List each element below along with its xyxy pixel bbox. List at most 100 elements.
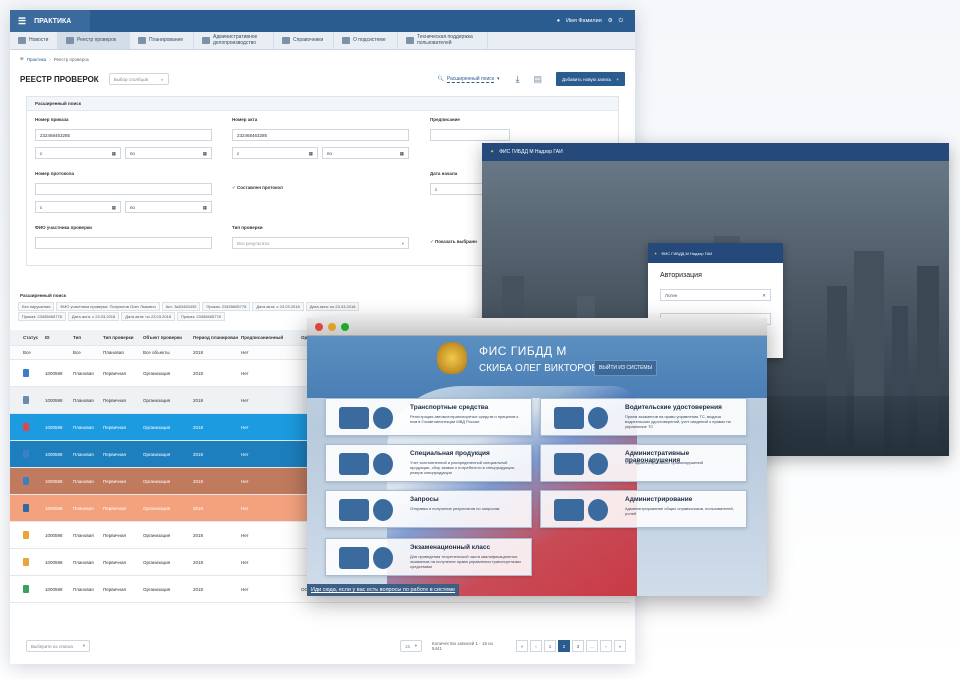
protocol-done-checkbox[interactable]: ✓ Составлен протокол [232, 185, 283, 191]
nav-tab-5[interactable]: Справочники [274, 32, 334, 49]
column-filter[interactable]: Все [70, 350, 100, 355]
advanced-search-link[interactable]: 🔍︎ Расширенный поиск ▾ [437, 76, 499, 83]
page-button[interactable]: 1 [544, 640, 556, 652]
filter-tag[interactable]: Приказ: 23455665778 [18, 312, 66, 321]
column-filter[interactable]: Нет [238, 350, 298, 355]
filter-tag[interactable]: Дата акта: с 23.03.2018 [252, 302, 304, 311]
current-user-name: СКИБА ОЛЕГ ВИКТОРОВИЧ [479, 363, 612, 374]
column-filter[interactable]: 2018 [190, 350, 238, 355]
help-link[interactable]: Иди сюда, если у вас есть вопросы по раб… [307, 584, 460, 596]
order-date-to[interactable]: по ▦ [125, 147, 212, 159]
order-number-input[interactable]: 232468463285 [35, 129, 212, 141]
column-filter[interactable]: Плановая [100, 350, 140, 355]
print-icon[interactable]: ▤ [533, 74, 542, 85]
column-header[interactable]: Тип [70, 335, 100, 340]
logout-button[interactable]: ВЫЙТИ ИЗ СИСТЕМЫ [594, 360, 658, 376]
filter-tag[interactable]: Дата акта: с 23.03.2018 [67, 312, 120, 321]
column-header[interactable]: Статус [20, 335, 42, 340]
act-date-to[interactable]: по ▦ [322, 147, 409, 159]
column-filter[interactable]: Все [20, 350, 42, 355]
nav-tab-3[interactable]: Планирование [130, 32, 194, 49]
nav-icon [342, 37, 350, 44]
module-title: Водительские удостоверения [625, 404, 722, 411]
per-page-select[interactable]: 15 ▾ [399, 640, 422, 652]
column-header[interactable]: ID [42, 335, 70, 340]
column-header[interactable]: Объект проверки [140, 335, 190, 340]
act-date-from[interactable]: с ▦ [232, 147, 318, 159]
page-button[interactable]: ‹ [530, 640, 542, 652]
page-button[interactable]: » [614, 640, 626, 652]
login-input[interactable]: Логин ✕ [660, 289, 771, 301]
composite-stage: ☰ ПРАКТИКА ● Имя Фамилия ⚙ ⏻ Новости Реес… [0, 0, 960, 679]
nav-tab-6[interactable]: О подсистеме [334, 32, 398, 49]
cell-id: 1000598 [45, 505, 63, 511]
module-title: Запросы [410, 496, 439, 503]
module-tile[interactable]: Администрирование Администрирование общих… [540, 490, 747, 528]
filter-tag[interactable]: Акт: 3a53453435 [161, 302, 201, 311]
module-tile[interactable]: Экзаменационный класс Для проведения теор… [325, 538, 532, 576]
page-button[interactable]: « [516, 640, 528, 652]
prescription-input[interactable] [430, 129, 510, 141]
column-header[interactable]: Период планирования [190, 335, 238, 340]
cell-year: 2018 [193, 397, 204, 403]
module-tile[interactable]: Транспортные средства Регистрация автомот… [325, 398, 532, 436]
page-button[interactable]: ... [586, 640, 598, 652]
page-button[interactable]: 3 [572, 640, 584, 652]
filter-tag[interactable]: Дата акта: по 23.03.2018 [305, 302, 360, 311]
main-nav: Новости Реестр проверок Планирование Админи… [10, 32, 635, 50]
show-selected-checkbox[interactable]: ✓ Показать выбранн [430, 239, 477, 245]
breadcrumb-item-practice[interactable]: Практика [27, 57, 46, 62]
column-header[interactable]: Предписанионный [238, 335, 298, 340]
column-header[interactable]: Тип проверки [100, 335, 140, 340]
filter-tag[interactable]: Дата акта: по 23.03.2018 [121, 312, 175, 321]
plus-icon: + [616, 76, 619, 82]
filter-tag[interactable]: Приказ: 23455665778 [177, 312, 225, 321]
home-icon[interactable]: ⊕ [20, 56, 24, 62]
clear-icon[interactable]: ✕ [762, 293, 766, 298]
icon-shape [554, 407, 584, 429]
protocol-date-to[interactable]: по ▦ [125, 201, 212, 213]
participant-input[interactable] [35, 237, 212, 249]
download-icon[interactable]: ⤓ [515, 74, 519, 85]
module-tile[interactable]: Специальная продукция Учет изготовленной … [325, 444, 532, 482]
cell-obj: Организация [143, 559, 171, 565]
status-cell [20, 530, 42, 540]
status-cell [20, 422, 42, 432]
app-logo[interactable]: ☰ ПРАКТИКА [10, 10, 90, 32]
gear-icon[interactable]: ⚙ [608, 18, 613, 24]
minimize-window-button[interactable] [328, 322, 336, 331]
nav-tab-1[interactable]: Новости [10, 32, 58, 49]
add-record-button[interactable]: Добавить новую запись + [555, 72, 625, 86]
module-tile[interactable]: Водительские удостоверения Прием экзамено… [540, 398, 747, 436]
user-area: ● Имя Фамилия ⚙ ⏻ [557, 18, 635, 25]
act-number-label: Номер акта [232, 117, 258, 122]
nav-tab-2[interactable]: Реестр проверок [58, 32, 130, 49]
act-number-input[interactable]: 232468463285 [232, 129, 409, 141]
cell-check: Первичная [103, 424, 126, 430]
bulk-action-select[interactable]: Выберите из списка ▾ [26, 640, 90, 652]
filter-tag[interactable]: Приказ: 23455665778 [202, 302, 251, 311]
user-name[interactable]: Имя Фамилия [566, 18, 602, 24]
protocol-date-from[interactable]: с ▦ [35, 201, 121, 213]
page-button[interactable]: › [600, 640, 612, 652]
module-tile[interactable]: Административные правонарушения Учет адми… [540, 444, 747, 482]
check-type-select[interactable]: Все результаты ▾ [232, 237, 409, 249]
nav-tab-label: Техническая поддержка пользователей [417, 34, 473, 46]
nav-tab-4[interactable]: Административное делопроизводство [194, 32, 274, 49]
cell-type: Плановая [73, 532, 94, 538]
column-select[interactable]: Выбор столбцов ◐ [108, 73, 169, 85]
cell-obj: Организация [143, 370, 171, 376]
maximize-window-button[interactable] [341, 322, 349, 331]
column-filter[interactable]: Все объекты [140, 350, 190, 355]
power-icon[interactable]: ⏻ [619, 18, 623, 25]
filter-tag[interactable]: ФИО участника проверки: Полуэктов Олег Л… [56, 302, 160, 311]
document-status-icon [23, 584, 29, 593]
page-button[interactable]: 2 [558, 640, 570, 652]
menu-icon[interactable]: ☰ [18, 16, 26, 27]
filter-tag[interactable]: Без нарушения [18, 302, 55, 311]
close-window-button[interactable] [315, 322, 323, 331]
order-date-from[interactable]: с ▦ [35, 147, 121, 159]
nav-tab-7[interactable]: Техническая поддержка пользователей [398, 32, 488, 49]
protocol-number-input[interactable] [35, 183, 212, 195]
module-tile[interactable]: Запросы Отправка и получение результатов … [325, 490, 532, 528]
